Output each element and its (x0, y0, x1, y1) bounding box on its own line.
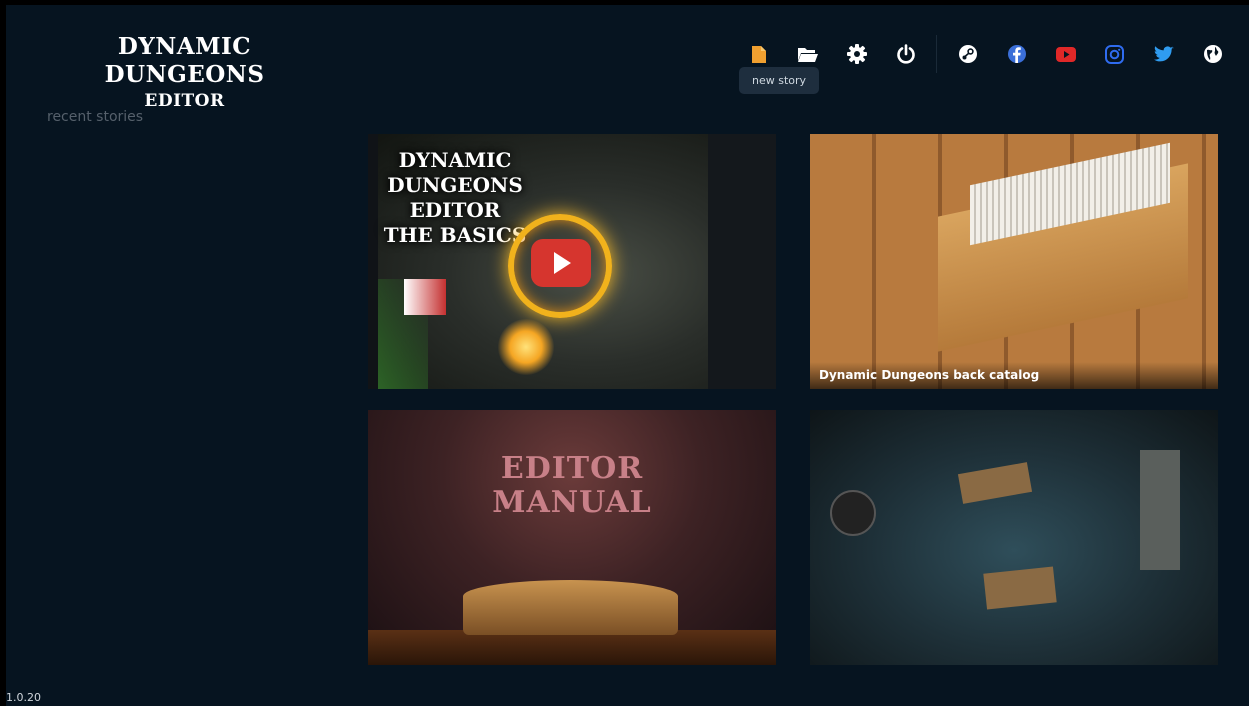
manual-title: EDITOR MANUAL (492, 451, 652, 520)
globe-icon (1203, 45, 1222, 63)
table-art (368, 630, 776, 665)
map-art (1140, 450, 1180, 570)
editor-panel-art (708, 134, 776, 389)
app-window: DYNAMIC DUNGEONS EDITOR recent stories n… (6, 5, 1249, 706)
back-catalog-caption: Dynamic Dungeons back catalog (810, 362, 1218, 389)
facebook-icon (1007, 45, 1026, 63)
color-picker-art (404, 279, 446, 315)
play-icon[interactable] (531, 239, 591, 287)
steam-icon (958, 45, 977, 63)
recent-stories-label: recent stories (47, 109, 144, 125)
open-story-button[interactable] (783, 38, 832, 70)
gear-icon (846, 44, 867, 64)
card-basics-video[interactable]: DYNAMIC DUNGEONS EDITOR THE BASICS (368, 134, 776, 389)
facebook-button[interactable] (992, 38, 1041, 70)
logo-title: DYNAMIC DUNGEONS (104, 33, 265, 88)
version-label: 1.0.20 (6, 691, 41, 704)
card-dungeon-map[interactable] (810, 410, 1218, 665)
map-art (983, 566, 1057, 610)
file-icon (751, 45, 766, 63)
quit-button[interactable] (881, 38, 930, 70)
instagram-icon (1105, 44, 1124, 64)
youtube-button[interactable] (1041, 38, 1090, 70)
website-button[interactable] (1188, 38, 1237, 70)
power-icon (896, 44, 915, 64)
card-back-catalog[interactable]: Dynamic Dungeons back catalog (810, 134, 1218, 389)
open-book-art (463, 580, 678, 635)
new-story-tooltip: new story (739, 67, 820, 94)
instagram-button[interactable] (1090, 38, 1139, 70)
fire-burst-art (498, 319, 554, 375)
folder-open-icon (797, 47, 818, 62)
map-art (957, 462, 1033, 504)
app-logo: DYNAMIC DUNGEONS EDITOR (36, 33, 333, 113)
steam-button[interactable] (943, 38, 992, 70)
basics-title: DYNAMIC DUNGEONS EDITOR THE BASICS (383, 148, 527, 247)
toolbar-divider (936, 35, 937, 73)
card-editor-manual[interactable]: EDITOR MANUAL (368, 410, 776, 665)
settings-button[interactable] (832, 38, 881, 70)
top-toolbar (734, 35, 1237, 73)
map-art (830, 490, 876, 536)
youtube-icon (1055, 46, 1076, 62)
twitter-button[interactable] (1139, 38, 1188, 70)
twitter-icon (1153, 45, 1174, 61)
new-story-button[interactable] (734, 38, 783, 70)
editor-toolbar-art (368, 134, 378, 389)
